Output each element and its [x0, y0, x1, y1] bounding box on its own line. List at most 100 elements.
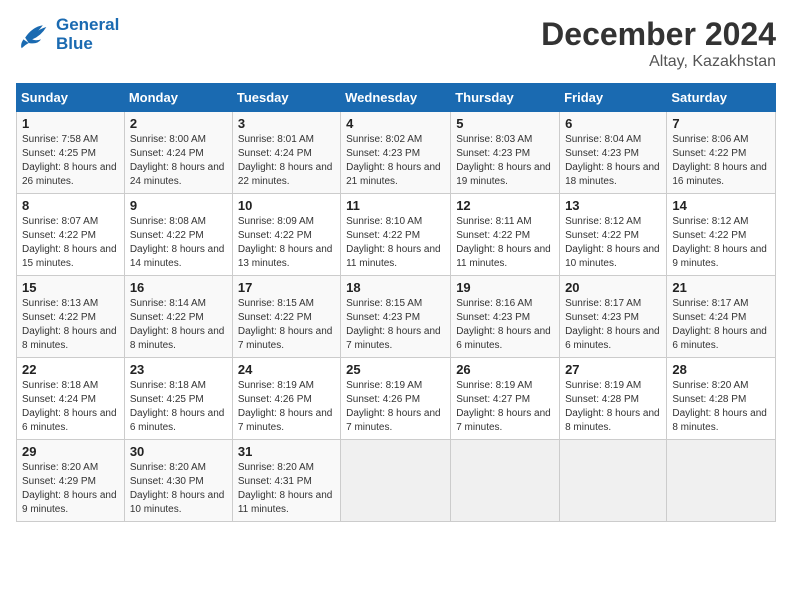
calendar-cell: 26 Sunrise: 8:19 AM Sunset: 4:27 PM Dayli… — [451, 358, 560, 440]
calendar-cell: 5Sunrise: 8:03 AM Sunset: 4:23 PM Daylig… — [451, 112, 560, 194]
day-number: 1 — [22, 116, 119, 131]
day-info: Sunrise: 7:58 AM Sunset: 4:25 PM Dayligh… — [22, 133, 119, 189]
location: Altay, Kazakhstan — [541, 53, 776, 71]
day-number: 6 — [565, 116, 661, 131]
calendar-cell: 12Sunrise: 8:11 AM Sunset: 4:22 PM Dayli… — [451, 194, 560, 276]
calendar-cell: 10 Sunrise: 8:09 AM Sunset: 4:22 PM Dayli… — [232, 194, 340, 276]
calendar-cell: 19 Sunrise: 8:16 AM Sunset: 4:23 PM Dayli… — [451, 276, 560, 358]
day-info: Sunrise: 8:20 AM Sunset: 4:31 PM Dayligh… — [238, 461, 335, 517]
day-number: 13 — [565, 198, 661, 213]
calendar-cell: 4 Sunrise: 8:02 AM Sunset: 4:23 PM Daylig… — [341, 112, 451, 194]
day-info: Sunrise: 8:19 AM Sunset: 4:27 PM Dayligh… — [456, 379, 554, 435]
day-info: Sunrise: 8:18 AM Sunset: 4:24 PM Dayligh… — [22, 379, 119, 435]
day-number: 24 — [238, 362, 335, 377]
day-number: 8 — [22, 198, 119, 213]
day-number: 22 — [22, 362, 119, 377]
day-info: Sunrise: 8:18 AM Sunset: 4:25 PM Dayligh… — [130, 379, 227, 435]
calendar-cell: 18 Sunrise: 8:15 AM Sunset: 4:23 PM Dayli… — [341, 276, 451, 358]
day-number: 30 — [130, 444, 227, 459]
day-info: Sunrise: 8:19 AM Sunset: 4:26 PM Dayligh… — [346, 379, 445, 435]
calendar-cell: 16 Sunrise: 8:14 AM Sunset: 4:22 PM Dayli… — [124, 276, 232, 358]
calendar-cell: 31Sunrise: 8:20 AM Sunset: 4:31 PM Dayli… — [232, 440, 340, 522]
day-number: 21 — [672, 280, 770, 295]
day-info: Sunrise: 8:12 AM Sunset: 4:22 PM Dayligh… — [565, 215, 661, 271]
calendar-cell: 6 Sunrise: 8:04 AM Sunset: 4:23 PM Daylig… — [560, 112, 667, 194]
day-number: 2 — [130, 116, 227, 131]
weekday-header-cell: Monday — [124, 84, 232, 112]
calendar-cell — [451, 440, 560, 522]
calendar-cell: 7Sunrise: 8:06 AM Sunset: 4:22 PM Daylig… — [667, 112, 776, 194]
day-info: Sunrise: 8:00 AM Sunset: 4:24 PM Dayligh… — [130, 133, 227, 189]
day-info: Sunrise: 8:15 AM Sunset: 4:22 PM Dayligh… — [238, 297, 335, 353]
day-number: 29 — [22, 444, 119, 459]
day-number: 18 — [346, 280, 445, 295]
weekday-header-cell: Saturday — [667, 84, 776, 112]
day-info: Sunrise: 8:19 AM Sunset: 4:28 PM Dayligh… — [565, 379, 661, 435]
day-number: 27 — [565, 362, 661, 377]
day-info: Sunrise: 8:08 AM Sunset: 4:22 PM Dayligh… — [130, 215, 227, 271]
calendar-cell: 17 Sunrise: 8:15 AM Sunset: 4:22 PM Dayli… — [232, 276, 340, 358]
calendar-cell: 13 Sunrise: 8:12 AM Sunset: 4:22 PM Dayli… — [560, 194, 667, 276]
day-info: Sunrise: 8:07 AM Sunset: 4:22 PM Dayligh… — [22, 215, 119, 271]
day-number: 10 — [238, 198, 335, 213]
calendar-cell: 25 Sunrise: 8:19 AM Sunset: 4:26 PM Dayli… — [341, 358, 451, 440]
day-number: 7 — [672, 116, 770, 131]
calendar-table: SundayMondayTuesdayWednesdayThursdayFrid… — [16, 83, 776, 522]
day-number: 25 — [346, 362, 445, 377]
day-info: Sunrise: 8:11 AM Sunset: 4:22 PM Dayligh… — [456, 215, 554, 271]
day-number: 15 — [22, 280, 119, 295]
calendar-cell — [341, 440, 451, 522]
day-info: Sunrise: 8:20 AM Sunset: 4:29 PM Dayligh… — [22, 461, 119, 517]
day-info: Sunrise: 8:03 AM Sunset: 4:23 PM Dayligh… — [456, 133, 554, 189]
day-info: Sunrise: 8:04 AM Sunset: 4:23 PM Dayligh… — [565, 133, 661, 189]
day-number: 23 — [130, 362, 227, 377]
calendar-cell: 22 Sunrise: 8:18 AM Sunset: 4:24 PM Dayli… — [17, 358, 125, 440]
title-block: December 2024 Altay, Kazakhstan — [541, 16, 776, 71]
day-info: Sunrise: 8:17 AM Sunset: 4:23 PM Dayligh… — [565, 297, 661, 353]
calendar-cell: 1 Sunrise: 7:58 AM Sunset: 4:25 PM Daylig… — [17, 112, 125, 194]
day-info: Sunrise: 8:16 AM Sunset: 4:23 PM Dayligh… — [456, 297, 554, 353]
day-info: Sunrise: 8:14 AM Sunset: 4:22 PM Dayligh… — [130, 297, 227, 353]
calendar-cell: 21 Sunrise: 8:17 AM Sunset: 4:24 PM Dayli… — [667, 276, 776, 358]
day-number: 4 — [346, 116, 445, 131]
calendar-cell: 30 Sunrise: 8:20 AM Sunset: 4:30 PM Dayli… — [124, 440, 232, 522]
calendar-cell: 2 Sunrise: 8:00 AM Sunset: 4:24 PM Daylig… — [124, 112, 232, 194]
day-info: Sunrise: 8:15 AM Sunset: 4:23 PM Dayligh… — [346, 297, 445, 353]
calendar-cell: 28 Sunrise: 8:20 AM Sunset: 4:28 PM Dayli… — [667, 358, 776, 440]
calendar-cell: 29 Sunrise: 8:20 AM Sunset: 4:29 PM Dayli… — [17, 440, 125, 522]
day-number: 9 — [130, 198, 227, 213]
day-number: 16 — [130, 280, 227, 295]
day-number: 28 — [672, 362, 770, 377]
weekday-header-row: SundayMondayTuesdayWednesdayThursdayFrid… — [17, 84, 776, 112]
day-info: Sunrise: 8:20 AM Sunset: 4:30 PM Dayligh… — [130, 461, 227, 517]
day-info: Sunrise: 8:09 AM Sunset: 4:22 PM Dayligh… — [238, 215, 335, 271]
calendar-cell: 8 Sunrise: 8:07 AM Sunset: 4:22 PM Daylig… — [17, 194, 125, 276]
day-number: 26 — [456, 362, 554, 377]
calendar-week-row: 15Sunrise: 8:13 AM Sunset: 4:22 PM Dayli… — [17, 276, 776, 358]
day-info: Sunrise: 8:01 AM Sunset: 4:24 PM Dayligh… — [238, 133, 335, 189]
weekday-header-cell: Tuesday — [232, 84, 340, 112]
calendar-cell: 27 Sunrise: 8:19 AM Sunset: 4:28 PM Dayli… — [560, 358, 667, 440]
day-info: Sunrise: 8:17 AM Sunset: 4:24 PM Dayligh… — [672, 297, 770, 353]
calendar-cell: 20Sunrise: 8:17 AM Sunset: 4:23 PM Dayli… — [560, 276, 667, 358]
day-info: Sunrise: 8:02 AM Sunset: 4:23 PM Dayligh… — [346, 133, 445, 189]
logo: General Blue — [16, 16, 119, 53]
logo-text: General Blue — [56, 16, 119, 53]
page-header: General Blue December 2024 Altay, Kazakh… — [16, 16, 776, 71]
calendar-week-row: 29 Sunrise: 8:20 AM Sunset: 4:29 PM Dayli… — [17, 440, 776, 522]
calendar-cell: 14Sunrise: 8:12 AM Sunset: 4:22 PM Dayli… — [667, 194, 776, 276]
day-number: 17 — [238, 280, 335, 295]
calendar-cell: 23 Sunrise: 8:18 AM Sunset: 4:25 PM Dayli… — [124, 358, 232, 440]
calendar-cell: 15Sunrise: 8:13 AM Sunset: 4:22 PM Dayli… — [17, 276, 125, 358]
day-info: Sunrise: 8:10 AM Sunset: 4:22 PM Dayligh… — [346, 215, 445, 271]
month-title: December 2024 — [541, 16, 776, 53]
day-number: 19 — [456, 280, 554, 295]
weekday-header-cell: Thursday — [451, 84, 560, 112]
calendar-week-row: 8 Sunrise: 8:07 AM Sunset: 4:22 PM Daylig… — [17, 194, 776, 276]
calendar-cell: 11 Sunrise: 8:10 AM Sunset: 4:22 PM Dayli… — [341, 194, 451, 276]
day-info: Sunrise: 8:20 AM Sunset: 4:28 PM Dayligh… — [672, 379, 770, 435]
day-number: 11 — [346, 198, 445, 213]
day-info: Sunrise: 8:19 AM Sunset: 4:26 PM Dayligh… — [238, 379, 335, 435]
calendar-cell: 24 Sunrise: 8:19 AM Sunset: 4:26 PM Dayli… — [232, 358, 340, 440]
day-number: 14 — [672, 198, 770, 213]
